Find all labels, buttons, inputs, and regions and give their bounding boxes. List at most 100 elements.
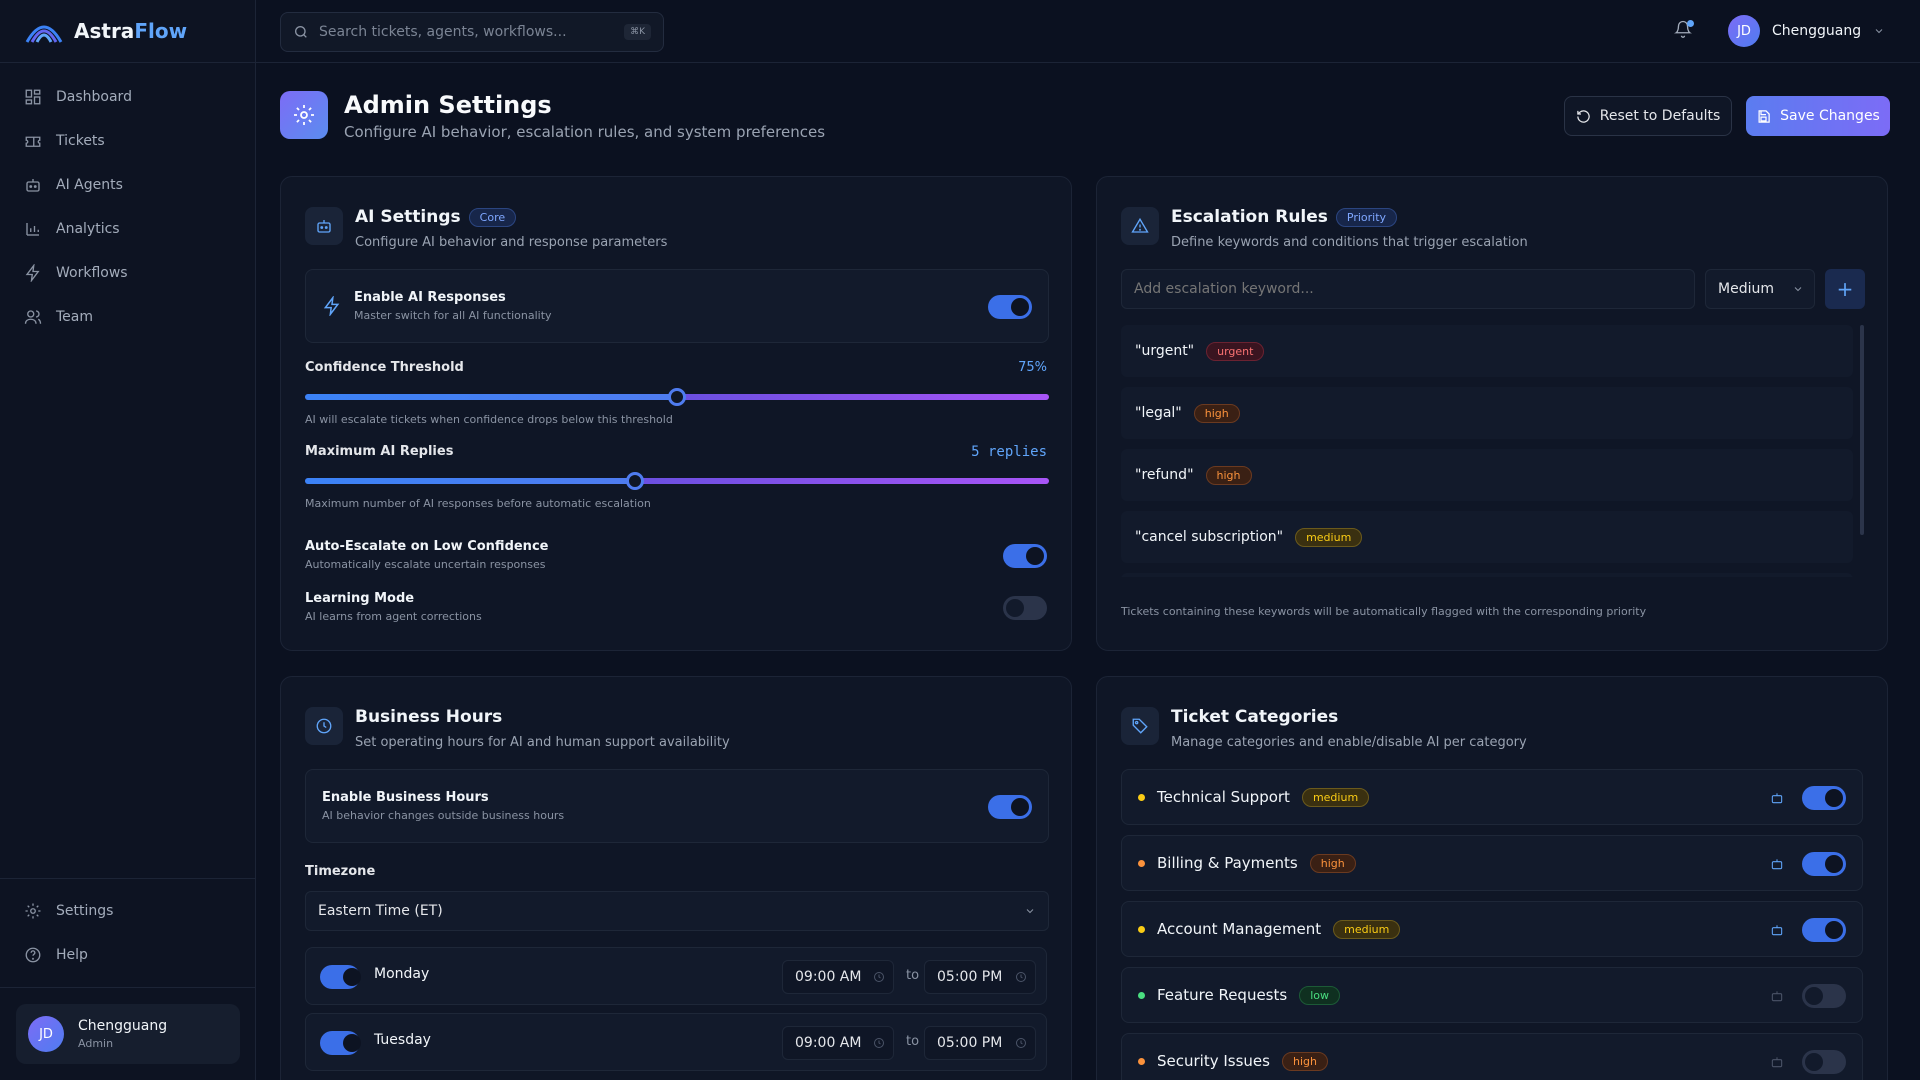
enable-ai-toggle[interactable] [988, 295, 1032, 319]
nav-item-ai-agents[interactable]: AI Agents [0, 163, 255, 207]
nav-item-team[interactable]: Team [0, 295, 255, 339]
nav-item-workflows[interactable]: Workflows [0, 251, 255, 295]
user-name: Chengguang [1772, 23, 1862, 39]
start-time-input[interactable]: 09:00 AM [782, 960, 894, 994]
tag-icon [1121, 707, 1159, 745]
app-name: AstraFlow [74, 19, 188, 43]
auto-escalate-desc: Automatically escalate uncertain respons… [305, 558, 546, 571]
clock-icon [874, 1038, 884, 1048]
end-time-input[interactable]: 05:00 PM [924, 1026, 1036, 1060]
keyword-item[interactable]: "refund" high [1121, 449, 1853, 501]
day-toggle[interactable] [320, 1031, 361, 1055]
start-time: 09:00 AM [795, 969, 862, 985]
nav-label: Help [56, 947, 88, 963]
nav-label: Tickets [56, 133, 105, 149]
auto-escalate-toggle[interactable] [1003, 544, 1047, 568]
category-item: Feature Requests low [1121, 967, 1863, 1023]
nav-item-help[interactable]: Help [0, 933, 256, 977]
add-keyword-button[interactable]: + [1825, 269, 1865, 309]
slider-knob[interactable] [668, 388, 686, 406]
card-title: Escalation Rules Priority [1171, 207, 1398, 227]
category-name: Security Issues [1157, 1052, 1270, 1070]
category-ai-toggle[interactable] [1802, 918, 1846, 942]
max-replies-label: Maximum AI Replies [305, 444, 454, 459]
priority-select[interactable]: Medium [1705, 269, 1815, 309]
clock-icon [305, 707, 343, 745]
settings-header-icon [280, 91, 328, 139]
priority-pill: high [1205, 465, 1252, 485]
search-box[interactable]: ⌘K [280, 12, 664, 52]
nav-item-tickets[interactable]: Tickets [0, 119, 255, 163]
priority-pill: high [1281, 1051, 1328, 1071]
day-row-tuesday: Tuesday 09:00 AM to 05:00 PM [305, 1013, 1047, 1071]
confidence-slider[interactable] [305, 388, 1049, 406]
card-subtitle: Define keywords and conditions that trig… [1171, 235, 1528, 250]
keyword-item[interactable]: "urgent" urgent [1121, 325, 1853, 377]
card-title: Ticket Categories [1171, 707, 1339, 727]
avatar: JD [28, 1016, 64, 1052]
logo[interactable]: AstraFlow [0, 0, 255, 63]
enable-business-hours-desc: AI behavior changes outside business hou… [322, 809, 565, 822]
category-name: Billing & Payments [1157, 854, 1298, 872]
auto-escalate-title: Auto-Escalate on Low Confidence [305, 539, 549, 554]
timezone-select[interactable]: Eastern Time (ET) [305, 891, 1049, 931]
nav-label: AI Agents [56, 177, 123, 193]
save-changes-button[interactable]: Save Changes [1746, 96, 1890, 136]
card-subtitle: Set operating hours for AI and human sup… [355, 735, 730, 750]
category-ai-toggle[interactable] [1802, 852, 1846, 876]
bot-icon [1771, 1057, 1783, 1068]
day-name: Monday [374, 966, 430, 982]
nav-item-dashboard[interactable]: Dashboard [0, 75, 255, 119]
keyword-text: "cancel subscription" [1135, 529, 1284, 545]
priority-pill: medium [1301, 787, 1370, 807]
category-ai-toggle[interactable] [1802, 786, 1846, 810]
lightning-icon [25, 264, 40, 282]
start-time-input[interactable]: 09:00 AM [782, 1026, 894, 1060]
priority-pill: low [1299, 985, 1340, 1005]
slider-knob[interactable] [626, 472, 645, 490]
nav-item-settings[interactable]: Settings [0, 889, 256, 933]
priority-pill: high [1309, 853, 1356, 873]
learning-mode-row: Learning Mode AI learns from agent corre… [305, 591, 482, 623]
priority-pill: medium [1295, 527, 1363, 547]
notifications-button[interactable] [1674, 20, 1696, 42]
escalation-keyword-input[interactable] [1121, 269, 1695, 309]
notification-dot [1687, 20, 1694, 27]
warning-icon [1121, 207, 1159, 245]
category-ai-toggle[interactable] [1802, 1050, 1846, 1074]
max-replies-slider[interactable] [305, 472, 1049, 490]
day-toggle[interactable] [320, 965, 361, 989]
timezone-label: Timezone [305, 864, 376, 879]
search-input[interactable] [319, 24, 625, 40]
bot-icon [1771, 859, 1783, 870]
escalation-rules-card: Escalation Rules Priority Define keyword… [1096, 176, 1888, 651]
user-role: Admin [78, 1037, 114, 1050]
timezone-value: Eastern Time (ET) [318, 903, 443, 919]
user-profile[interactable]: JD Chengguang Admin [16, 1004, 240, 1064]
end-time-input[interactable]: 05:00 PM [924, 960, 1036, 994]
category-dot [1138, 991, 1145, 999]
shortcut-badge: ⌘K [624, 24, 651, 40]
keyword-item[interactable]: "cancel subscription" medium [1121, 511, 1853, 563]
category-ai-toggle[interactable] [1802, 984, 1846, 1008]
category-item: Billing & Payments high [1121, 835, 1863, 891]
bot-icon [26, 179, 40, 192]
ticket-categories-card: Ticket Categories Manage categories and … [1096, 676, 1888, 1080]
user-menu[interactable]: JD Chengguang [1728, 15, 1885, 47]
chevron-down-icon [1026, 909, 1034, 914]
enable-business-hours-toggle[interactable] [988, 795, 1032, 819]
priority-pill: medium [1333, 919, 1401, 939]
reset-defaults-button[interactable]: Reset to Defaults [1564, 96, 1732, 136]
user-name: Chengguang [78, 1018, 168, 1034]
learning-mode-toggle[interactable] [1003, 596, 1047, 620]
keyword-item[interactable]: "legal" high [1121, 387, 1853, 439]
main-nav: Dashboard Tickets AI Agents Analytics Wo… [0, 63, 255, 339]
scrollbar[interactable] [1860, 325, 1864, 535]
category-item: Technical Support medium [1121, 769, 1863, 825]
card-subtitle: Configure AI behavior and response param… [355, 235, 668, 250]
auto-escalate-row: Auto-Escalate on Low Confidence Automati… [305, 539, 548, 571]
avatar: JD [1728, 15, 1760, 47]
nav-item-analytics[interactable]: Analytics [0, 207, 255, 251]
page-header: Admin Settings Configure AI behavior, es… [280, 91, 1894, 151]
enable-business-hours-panel: Enable Business Hours AI behavior change… [305, 769, 1049, 843]
